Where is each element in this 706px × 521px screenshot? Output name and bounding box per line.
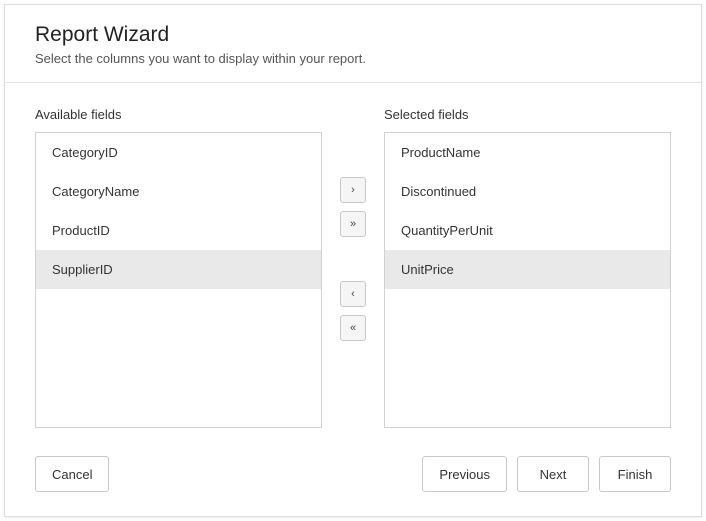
remove-button[interactable]: ‹ [340, 281, 366, 307]
remove-all-button[interactable]: « [340, 315, 366, 341]
selected-item[interactable]: Discontinued [385, 172, 670, 211]
cancel-button[interactable]: Cancel [35, 456, 109, 492]
dialog-subtitle: Select the columns you want to display w… [35, 51, 671, 66]
available-fields-listbox[interactable]: CategoryIDCategoryNameProductIDSupplierI… [35, 132, 322, 428]
dialog-footer: Cancel Previous Next Finish [5, 438, 701, 516]
selected-column: Selected fields ProductNameDiscontinuedQ… [384, 107, 671, 428]
report-wizard-dialog: Report Wizard Select the columns you wan… [4, 4, 702, 517]
selected-fields-listbox[interactable]: ProductNameDiscontinuedQuantityPerUnitUn… [384, 132, 671, 428]
finish-button[interactable]: Finish [599, 456, 671, 492]
selected-fields-label: Selected fields [384, 107, 671, 122]
mover-buttons-column: › » ‹ « [322, 107, 384, 428]
available-item[interactable]: SupplierID [36, 250, 321, 289]
add-button[interactable]: › [340, 177, 366, 203]
dialog-header: Report Wizard Select the columns you wan… [5, 5, 701, 83]
selected-item[interactable]: UnitPrice [385, 250, 670, 289]
available-item[interactable]: ProductID [36, 211, 321, 250]
available-item[interactable]: CategoryName [36, 172, 321, 211]
previous-button[interactable]: Previous [422, 456, 507, 492]
next-button[interactable]: Next [517, 456, 589, 492]
available-fields-label: Available fields [35, 107, 322, 122]
selected-item[interactable]: ProductName [385, 133, 670, 172]
selected-item[interactable]: QuantityPerUnit [385, 211, 670, 250]
available-item[interactable]: CategoryID [36, 133, 321, 172]
dialog-title: Report Wizard [35, 23, 671, 47]
dialog-content: Available fields CategoryIDCategoryNameP… [5, 83, 701, 438]
add-all-button[interactable]: » [340, 211, 366, 237]
available-column: Available fields CategoryIDCategoryNameP… [35, 107, 322, 428]
